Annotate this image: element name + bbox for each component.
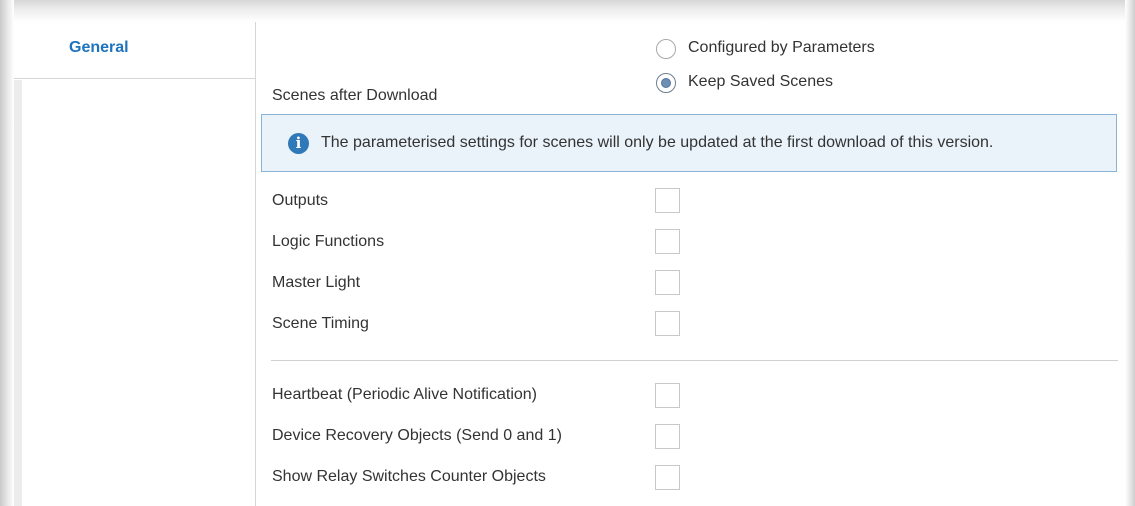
window-shadow-left [0,0,14,506]
radio-label: Keep Saved Scenes [688,73,833,90]
radio-button-selected-icon[interactable] [656,73,676,93]
logic-functions-label: Logic Functions [272,233,385,250]
window-shadow-right [1125,0,1135,506]
window-shadow-top [0,0,1135,22]
info-banner: i The parameterised settings for scenes … [261,114,1117,172]
heartbeat-checkbox[interactable] [655,383,680,408]
outputs-checkbox[interactable] [655,188,680,213]
info-icon: i [288,133,309,154]
sidebar-item-general[interactable]: General [14,22,255,79]
relay-switches-counter-checkbox[interactable] [655,465,680,490]
outputs-label: Outputs [272,192,329,209]
radio-label: Configured by Parameters [688,39,875,56]
info-banner-text: The parameterised settings for scenes wi… [321,134,994,151]
radio-button-icon[interactable] [656,39,676,59]
logic-functions-checkbox[interactable] [655,229,680,254]
sidebar-item-label: General [69,39,129,56]
main-panel: Scenes after Download Configured by Para… [256,22,1125,506]
master-light-label: Master Light [272,274,361,291]
device-recovery-objects-checkbox[interactable] [655,424,680,449]
settings-window: General Scenes after Download Configured… [0,0,1135,506]
heartbeat-label: Heartbeat (Periodic Alive Notification) [272,386,538,403]
master-light-checkbox[interactable] [655,270,680,295]
section-divider [271,360,1118,361]
device-recovery-objects-label: Device Recovery Objects (Send 0 and 1) [272,427,562,444]
relay-switches-counter-label: Show Relay Switches Counter Objects [272,468,546,485]
sidebar-empty-area [14,80,255,506]
scene-timing-checkbox[interactable] [655,311,680,336]
sidebar: General [14,22,256,506]
scenes-after-download-label: Scenes after Download [272,87,438,104]
scene-timing-label: Scene Timing [272,315,369,332]
